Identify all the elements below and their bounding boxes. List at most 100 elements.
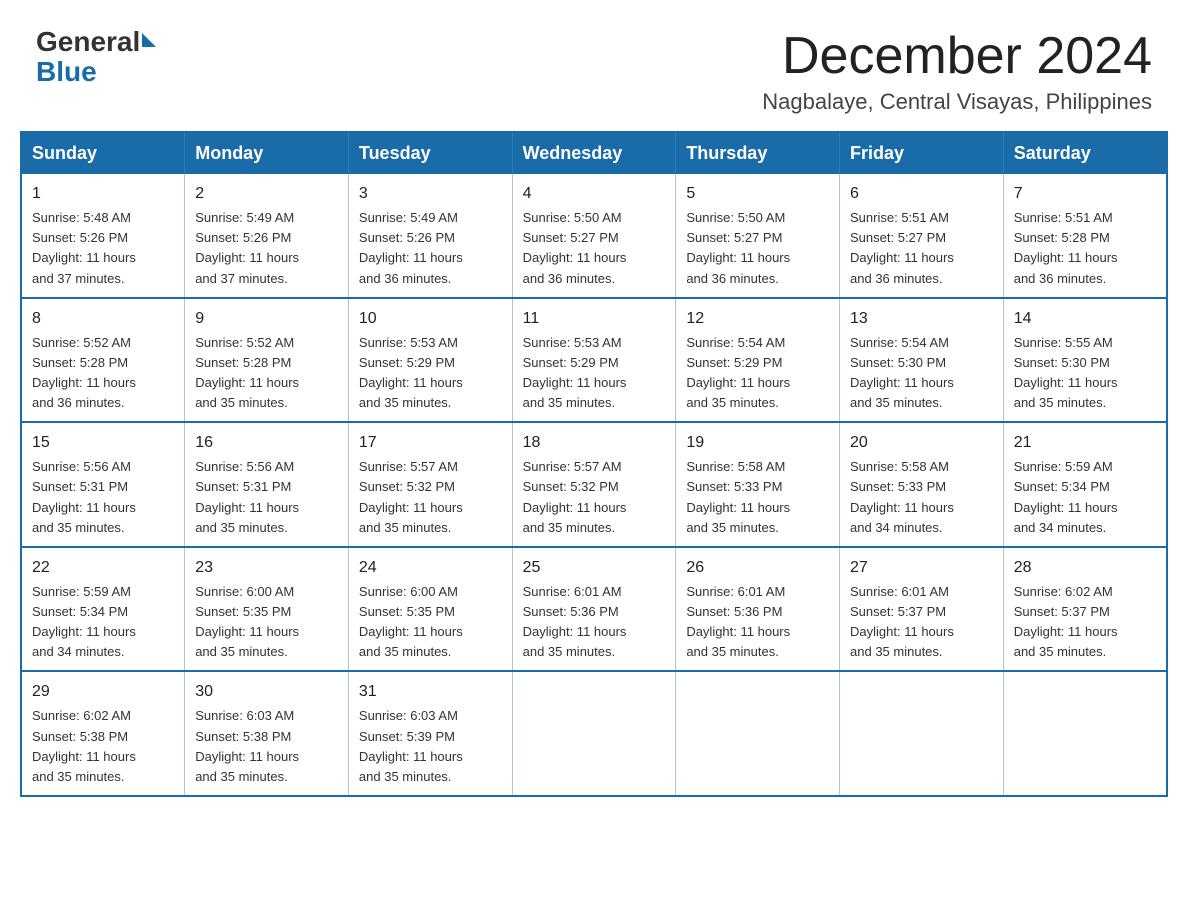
calendar-cell: 29Sunrise: 6:02 AM Sunset: 5:38 PM Dayli… bbox=[21, 671, 185, 796]
day-info: Sunrise: 5:50 AM Sunset: 5:27 PM Dayligh… bbox=[523, 208, 666, 289]
logo-general-text: General bbox=[36, 28, 140, 56]
calendar-cell: 16Sunrise: 5:56 AM Sunset: 5:31 PM Dayli… bbox=[185, 422, 349, 547]
calendar-cell bbox=[676, 671, 840, 796]
calendar-cell: 10Sunrise: 5:53 AM Sunset: 5:29 PM Dayli… bbox=[348, 298, 512, 423]
day-number: 20 bbox=[850, 431, 993, 455]
day-info: Sunrise: 5:56 AM Sunset: 5:31 PM Dayligh… bbox=[32, 457, 174, 538]
day-info: Sunrise: 5:49 AM Sunset: 5:26 PM Dayligh… bbox=[195, 208, 338, 289]
day-info: Sunrise: 6:00 AM Sunset: 5:35 PM Dayligh… bbox=[195, 582, 338, 663]
calendar-cell: 12Sunrise: 5:54 AM Sunset: 5:29 PM Dayli… bbox=[676, 298, 840, 423]
day-info: Sunrise: 6:01 AM Sunset: 5:36 PM Dayligh… bbox=[686, 582, 829, 663]
day-number: 7 bbox=[1014, 182, 1156, 206]
calendar-cell: 27Sunrise: 6:01 AM Sunset: 5:37 PM Dayli… bbox=[840, 547, 1004, 672]
day-number: 10 bbox=[359, 307, 502, 331]
logo-arrow-icon bbox=[142, 33, 156, 47]
calendar-cell: 7Sunrise: 5:51 AM Sunset: 5:28 PM Daylig… bbox=[1003, 174, 1167, 298]
location-title: Nagbalaye, Central Visayas, Philippines bbox=[762, 89, 1152, 115]
calendar-cell: 17Sunrise: 5:57 AM Sunset: 5:32 PM Dayli… bbox=[348, 422, 512, 547]
title-block: December 2024 Nagbalaye, Central Visayas… bbox=[762, 28, 1152, 115]
day-info: Sunrise: 5:48 AM Sunset: 5:26 PM Dayligh… bbox=[32, 208, 174, 289]
day-number: 17 bbox=[359, 431, 502, 455]
calendar-cell: 25Sunrise: 6:01 AM Sunset: 5:36 PM Dayli… bbox=[512, 547, 676, 672]
day-number: 31 bbox=[359, 680, 502, 704]
day-info: Sunrise: 5:58 AM Sunset: 5:33 PM Dayligh… bbox=[686, 457, 829, 538]
day-number: 28 bbox=[1014, 556, 1156, 580]
day-info: Sunrise: 6:02 AM Sunset: 5:37 PM Dayligh… bbox=[1014, 582, 1156, 663]
calendar-cell: 4Sunrise: 5:50 AM Sunset: 5:27 PM Daylig… bbox=[512, 174, 676, 298]
day-info: Sunrise: 5:58 AM Sunset: 5:33 PM Dayligh… bbox=[850, 457, 993, 538]
day-number: 19 bbox=[686, 431, 829, 455]
logo: General Blue bbox=[36, 28, 156, 88]
dow-header-saturday: Saturday bbox=[1003, 132, 1167, 174]
calendar-cell: 22Sunrise: 5:59 AM Sunset: 5:34 PM Dayli… bbox=[21, 547, 185, 672]
day-info: Sunrise: 5:51 AM Sunset: 5:28 PM Dayligh… bbox=[1014, 208, 1156, 289]
calendar-table: SundayMondayTuesdayWednesdayThursdayFrid… bbox=[20, 131, 1168, 797]
calendar-cell: 5Sunrise: 5:50 AM Sunset: 5:27 PM Daylig… bbox=[676, 174, 840, 298]
calendar-cell bbox=[512, 671, 676, 796]
day-number: 9 bbox=[195, 307, 338, 331]
day-info: Sunrise: 6:03 AM Sunset: 5:38 PM Dayligh… bbox=[195, 706, 338, 787]
day-number: 29 bbox=[32, 680, 174, 704]
calendar-cell: 3Sunrise: 5:49 AM Sunset: 5:26 PM Daylig… bbox=[348, 174, 512, 298]
day-info: Sunrise: 5:57 AM Sunset: 5:32 PM Dayligh… bbox=[359, 457, 502, 538]
calendar-cell: 15Sunrise: 5:56 AM Sunset: 5:31 PM Dayli… bbox=[21, 422, 185, 547]
calendar-cell: 19Sunrise: 5:58 AM Sunset: 5:33 PM Dayli… bbox=[676, 422, 840, 547]
day-number: 12 bbox=[686, 307, 829, 331]
calendar-cell: 9Sunrise: 5:52 AM Sunset: 5:28 PM Daylig… bbox=[185, 298, 349, 423]
calendar-cell: 30Sunrise: 6:03 AM Sunset: 5:38 PM Dayli… bbox=[185, 671, 349, 796]
day-number: 30 bbox=[195, 680, 338, 704]
day-number: 8 bbox=[32, 307, 174, 331]
calendar-week-2: 8 Sunrise: 5:52 AM Sunset: 5:28 PM Daylig… bbox=[21, 298, 1167, 423]
calendar-cell: 1Sunrise: 5:48 AM Sunset: 5:26 PM Daylig… bbox=[21, 174, 185, 298]
day-number: 4 bbox=[523, 182, 666, 206]
calendar-cell: 8Sunrise: 5:52 AM Sunset: 5:28 PM Daylig… bbox=[21, 298, 185, 423]
day-number: 26 bbox=[686, 556, 829, 580]
day-info: Sunrise: 6:01 AM Sunset: 5:36 PM Dayligh… bbox=[523, 582, 666, 663]
day-number: 15 bbox=[32, 431, 174, 455]
dow-header-wednesday: Wednesday bbox=[512, 132, 676, 174]
calendar-cell: 13Sunrise: 5:54 AM Sunset: 5:30 PM Dayli… bbox=[840, 298, 1004, 423]
calendar-cell bbox=[1003, 671, 1167, 796]
logo-blue-text: Blue bbox=[36, 56, 97, 88]
day-number: 13 bbox=[850, 307, 993, 331]
day-number: 21 bbox=[1014, 431, 1156, 455]
day-info: Sunrise: 6:01 AM Sunset: 5:37 PM Dayligh… bbox=[850, 582, 993, 663]
day-info: Sunrise: 5:54 AM Sunset: 5:30 PM Dayligh… bbox=[850, 333, 993, 414]
day-info: Sunrise: 5:54 AM Sunset: 5:29 PM Dayligh… bbox=[686, 333, 829, 414]
day-number: 18 bbox=[523, 431, 666, 455]
dow-header-friday: Friday bbox=[840, 132, 1004, 174]
day-number: 16 bbox=[195, 431, 338, 455]
calendar-cell: 21Sunrise: 5:59 AM Sunset: 5:34 PM Dayli… bbox=[1003, 422, 1167, 547]
day-number: 24 bbox=[359, 556, 502, 580]
calendar-wrap: SundayMondayTuesdayWednesdayThursdayFrid… bbox=[0, 131, 1188, 817]
day-number: 2 bbox=[195, 182, 338, 206]
calendar-cell: 2Sunrise: 5:49 AM Sunset: 5:26 PM Daylig… bbox=[185, 174, 349, 298]
calendar-cell: 23Sunrise: 6:00 AM Sunset: 5:35 PM Dayli… bbox=[185, 547, 349, 672]
calendar-cell bbox=[840, 671, 1004, 796]
day-info: Sunrise: 6:03 AM Sunset: 5:39 PM Dayligh… bbox=[359, 706, 502, 787]
day-number: 3 bbox=[359, 182, 502, 206]
day-number: 5 bbox=[686, 182, 829, 206]
calendar-cell: 24Sunrise: 6:00 AM Sunset: 5:35 PM Dayli… bbox=[348, 547, 512, 672]
dow-header-thursday: Thursday bbox=[676, 132, 840, 174]
day-info: Sunrise: 5:52 AM Sunset: 5:28 PM Dayligh… bbox=[195, 333, 338, 414]
day-info: Sunrise: 5:57 AM Sunset: 5:32 PM Dayligh… bbox=[523, 457, 666, 538]
day-info: Sunrise: 5:59 AM Sunset: 5:34 PM Dayligh… bbox=[32, 582, 174, 663]
header: General Blue December 2024 Nagbalaye, Ce… bbox=[0, 0, 1188, 131]
day-number: 25 bbox=[523, 556, 666, 580]
day-info: Sunrise: 5:55 AM Sunset: 5:30 PM Dayligh… bbox=[1014, 333, 1156, 414]
calendar-cell: 18Sunrise: 5:57 AM Sunset: 5:32 PM Dayli… bbox=[512, 422, 676, 547]
calendar-cell: 26Sunrise: 6:01 AM Sunset: 5:36 PM Dayli… bbox=[676, 547, 840, 672]
day-number: 23 bbox=[195, 556, 338, 580]
day-number: 22 bbox=[32, 556, 174, 580]
day-number: 1 bbox=[32, 182, 174, 206]
calendar-cell: 31Sunrise: 6:03 AM Sunset: 5:39 PM Dayli… bbox=[348, 671, 512, 796]
dow-header-sunday: Sunday bbox=[21, 132, 185, 174]
calendar-cell: 20Sunrise: 5:58 AM Sunset: 5:33 PM Dayli… bbox=[840, 422, 1004, 547]
day-number: 11 bbox=[523, 307, 666, 331]
day-info: Sunrise: 5:53 AM Sunset: 5:29 PM Dayligh… bbox=[523, 333, 666, 414]
month-title: December 2024 bbox=[762, 28, 1152, 85]
calendar-cell: 14Sunrise: 5:55 AM Sunset: 5:30 PM Dayli… bbox=[1003, 298, 1167, 423]
day-info: Sunrise: 5:49 AM Sunset: 5:26 PM Dayligh… bbox=[359, 208, 502, 289]
day-number: 6 bbox=[850, 182, 993, 206]
